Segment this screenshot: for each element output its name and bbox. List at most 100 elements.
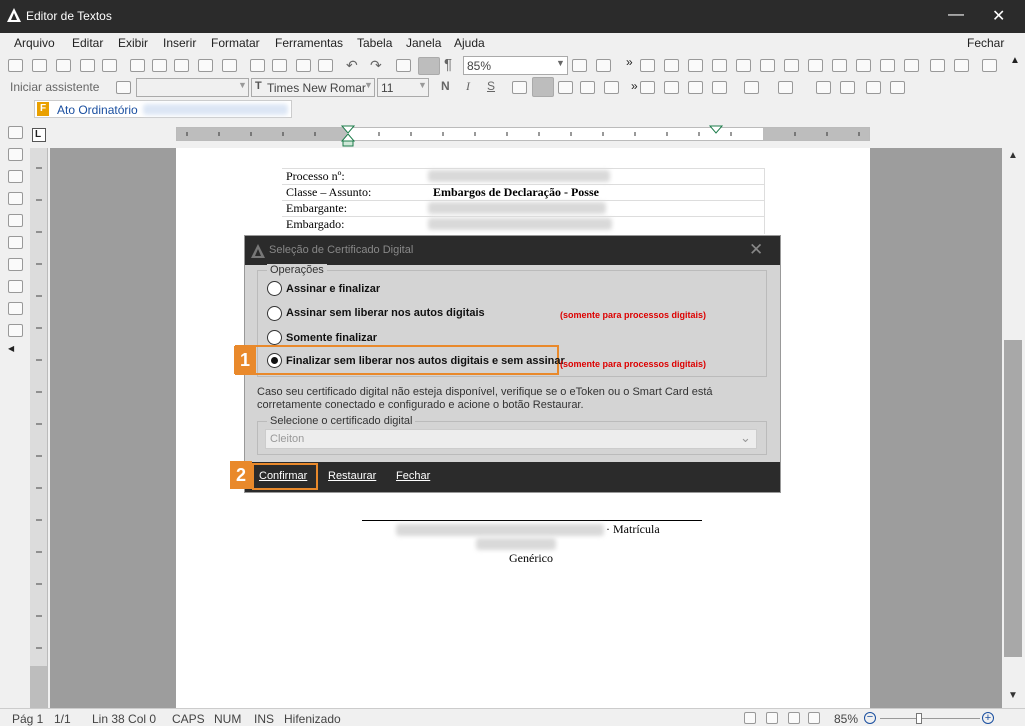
menu-inserir[interactable]: Inserir bbox=[163, 36, 196, 50]
delete-row-icon[interactable] bbox=[712, 59, 727, 72]
horizontal-ruler[interactable] bbox=[176, 125, 870, 147]
align-left-icon[interactable] bbox=[512, 81, 527, 94]
zoom-slider-track[interactable] bbox=[880, 718, 980, 719]
clear-format-icon[interactable] bbox=[890, 81, 905, 94]
chevron-left-icon[interactable]: ◀ bbox=[8, 344, 14, 353]
new-icon[interactable] bbox=[8, 59, 23, 72]
zoom-slider-thumb[interactable] bbox=[916, 713, 922, 724]
grow-font-icon[interactable] bbox=[816, 81, 831, 94]
close-window-button[interactable]: ✕ bbox=[992, 6, 1005, 26]
menu-ajuda[interactable]: Ajuda bbox=[454, 36, 485, 50]
change-case-icon[interactable] bbox=[866, 81, 881, 94]
paste-icon[interactable] bbox=[296, 59, 311, 72]
menu-janela[interactable]: Janela bbox=[406, 36, 441, 50]
indent-more-icon[interactable] bbox=[712, 81, 727, 94]
numbering-icon[interactable] bbox=[664, 81, 679, 94]
insert-row-icon[interactable] bbox=[664, 59, 679, 72]
view-normal-icon[interactable] bbox=[744, 712, 756, 724]
sidebar-icon-6[interactable] bbox=[8, 236, 23, 249]
sidebar-icon-1[interactable] bbox=[8, 126, 23, 139]
sidebar-icon-8[interactable] bbox=[8, 280, 23, 293]
table-icon[interactable] bbox=[396, 59, 411, 72]
paragraph-marks-icon[interactable]: ¶ bbox=[444, 56, 452, 73]
sidebar-icon-7[interactable] bbox=[8, 258, 23, 271]
font-color-icon[interactable] bbox=[778, 81, 793, 94]
style-icon[interactable] bbox=[116, 81, 131, 94]
menu-tabela[interactable]: Tabela bbox=[357, 36, 392, 50]
option-assinar-sem-liberar[interactable]: Assinar sem liberar nos autos digitais bbox=[286, 307, 485, 319]
zoom-out-button[interactable]: − bbox=[864, 712, 876, 724]
print-preview-icon[interactable] bbox=[152, 59, 167, 72]
style-select[interactable]: ▼ bbox=[136, 78, 249, 97]
vertical-scrollbar[interactable]: ▲ ▼ bbox=[1002, 148, 1025, 708]
restore-button[interactable]: Restaurar bbox=[328, 470, 376, 482]
filter-icon[interactable] bbox=[954, 59, 969, 72]
view-web-icon[interactable] bbox=[788, 712, 800, 724]
radio-assinar-sem-liberar[interactable] bbox=[267, 306, 282, 321]
option-somente-finalizar[interactable]: Somente finalizar bbox=[286, 332, 377, 344]
align-center-icon[interactable] bbox=[532, 77, 554, 97]
right-indent-marker-icon[interactable] bbox=[709, 125, 723, 137]
scrollbar-thumb[interactable] bbox=[1004, 340, 1022, 657]
sidebar-icon-3[interactable] bbox=[8, 170, 23, 183]
spellcheck-icon[interactable] bbox=[222, 59, 237, 72]
menu-formatar[interactable]: Formatar bbox=[211, 36, 260, 50]
columns-icon[interactable] bbox=[418, 57, 440, 75]
minimize-button[interactable]: — bbox=[948, 6, 964, 24]
menu-exibir[interactable]: Exibir bbox=[118, 36, 148, 50]
option-finalizar-sem-liberar[interactable]: Finalizar sem liberar nos autos digitais… bbox=[286, 355, 565, 367]
vertical-ruler[interactable] bbox=[30, 148, 48, 708]
view-page-icon[interactable] bbox=[766, 712, 778, 724]
split-cells-icon[interactable] bbox=[784, 59, 799, 72]
sidebar-icon-10[interactable] bbox=[8, 324, 23, 337]
italic-button[interactable]: I bbox=[466, 79, 470, 94]
chevron-up-icon[interactable]: ▲ bbox=[1010, 55, 1020, 66]
assistant-label[interactable]: Iniciar assistente bbox=[10, 80, 99, 94]
zoom-out-icon[interactable] bbox=[596, 59, 611, 72]
chevron-up-icon[interactable]: ▲ bbox=[1008, 150, 1018, 161]
menu-editar[interactable]: Editar bbox=[72, 36, 103, 50]
table-border-icon[interactable] bbox=[640, 59, 655, 72]
new-document-icon[interactable] bbox=[32, 59, 47, 72]
close-icon[interactable]: ✕ bbox=[749, 240, 763, 260]
confirm-button[interactable]: Confirmar bbox=[259, 470, 307, 482]
justify-icon[interactable] bbox=[580, 81, 595, 94]
copy-icon[interactable] bbox=[272, 59, 287, 72]
print-icon[interactable] bbox=[130, 59, 145, 72]
tree-icon[interactable] bbox=[930, 59, 945, 72]
view-outline-icon[interactable] bbox=[808, 712, 820, 724]
table-props-icon[interactable] bbox=[856, 59, 871, 72]
insert-column-icon[interactable] bbox=[688, 59, 703, 72]
radio-assinar-finalizar[interactable] bbox=[267, 281, 282, 296]
format-painter-icon[interactable] bbox=[318, 59, 333, 72]
menu-arquivo[interactable]: Arquivo bbox=[14, 36, 55, 50]
sidebar-icon-9[interactable] bbox=[8, 302, 23, 315]
zoom-in-button[interactable]: + bbox=[982, 712, 994, 724]
shrink-font-icon[interactable] bbox=[840, 81, 855, 94]
bold-button[interactable]: N bbox=[441, 79, 450, 93]
option-assinar-finalizar[interactable]: Assinar e finalizar bbox=[286, 283, 380, 295]
redo-icon[interactable]: ↷ bbox=[370, 57, 382, 74]
menu-ferramentas[interactable]: Ferramentas bbox=[275, 36, 343, 50]
sidebar-icon-2[interactable] bbox=[8, 148, 23, 161]
certificate-select[interactable]: Cleiton ⌄ bbox=[265, 429, 757, 449]
zoom-select[interactable]: 85% ▼ bbox=[463, 56, 568, 75]
radio-finalizar-sem-liberar[interactable] bbox=[267, 353, 282, 368]
cell-shade-icon[interactable] bbox=[832, 59, 847, 72]
indent-less-icon[interactable] bbox=[688, 81, 703, 94]
keyboard-icon[interactable] bbox=[982, 59, 997, 72]
merge-cells-icon[interactable] bbox=[760, 59, 775, 72]
bullets-icon[interactable] bbox=[640, 81, 655, 94]
chevron-down-icon[interactable]: ▼ bbox=[1008, 690, 1018, 701]
cell-align-icon[interactable] bbox=[808, 59, 823, 72]
cut-icon[interactable] bbox=[250, 59, 265, 72]
font-select[interactable]: T Times New Romar ▼ bbox=[251, 78, 375, 97]
highlight-icon[interactable] bbox=[744, 81, 759, 94]
sidebar-icon-4[interactable] bbox=[8, 192, 23, 205]
align-right-icon[interactable] bbox=[558, 81, 573, 94]
close-button[interactable]: Fechar bbox=[396, 470, 430, 482]
line-spacing-icon[interactable] bbox=[604, 81, 619, 94]
tab-stop-selector[interactable]: L bbox=[32, 128, 46, 142]
open-folder-icon[interactable] bbox=[56, 59, 71, 72]
font-size-select[interactable]: 11 ▼ bbox=[377, 78, 429, 97]
